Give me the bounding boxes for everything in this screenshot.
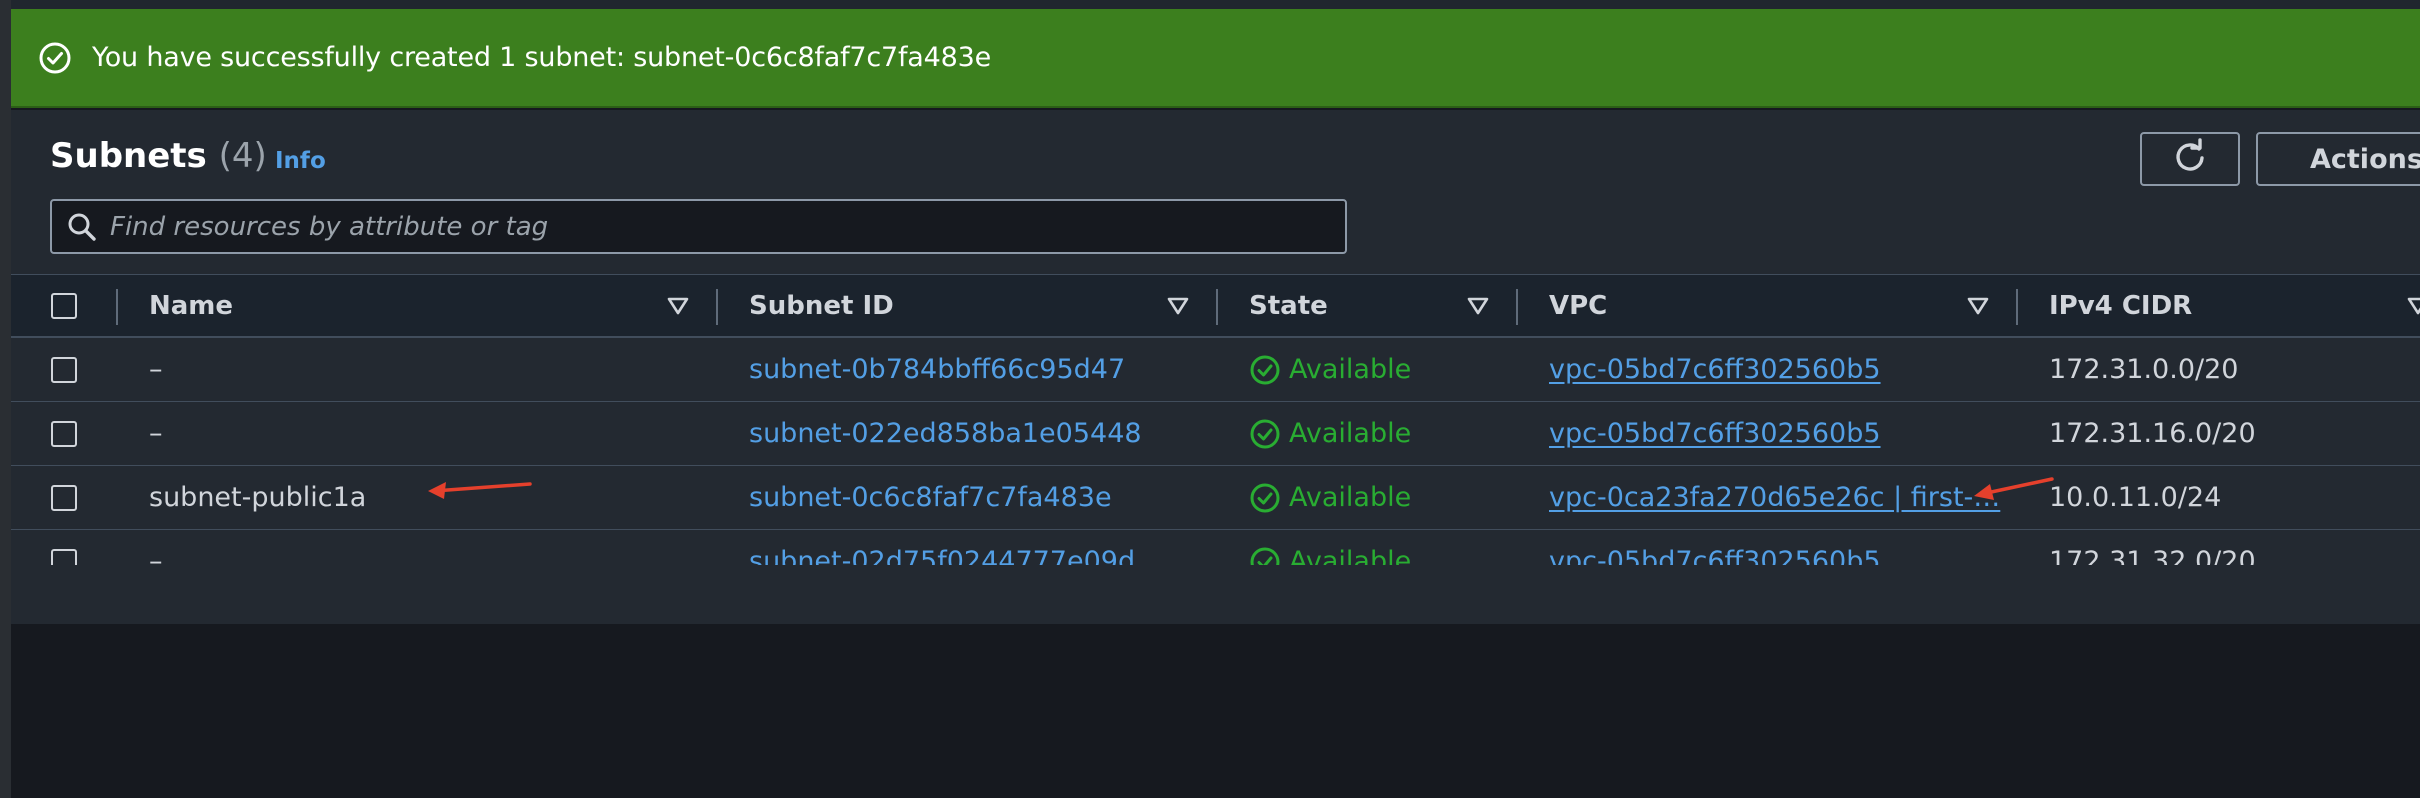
panel-title-label: Subnets <box>50 136 207 176</box>
success-flashbar: You have successfully created 1 subnet: … <box>11 9 2420 108</box>
status-check-icon <box>1250 355 1280 384</box>
table-header: Name Subnet ID State VPC IPv4 CIDR <box>11 274 2420 338</box>
refresh-icon <box>2172 137 2208 181</box>
search-input[interactable] <box>110 206 1345 247</box>
status-check-icon <box>1250 483 1280 512</box>
cell-name: subnet-public1a <box>149 482 367 513</box>
table-row[interactable]: subnet-public1a subnet-0c6c8faf7c7fa483e… <box>11 466 2420 530</box>
cell-vpc-link[interactable]: vpc-05bd7c6ff302560b5 <box>1549 402 1881 465</box>
cell-subnet-id-link[interactable]: subnet-022ed858ba1e05448 <box>749 402 1142 465</box>
cell-ipv4-cidr: 172.31.0.0/20 <box>2049 354 2239 385</box>
column-divider <box>1216 289 1218 325</box>
flash-message: You have successfully created 1 subnet: … <box>92 42 991 73</box>
cell-ipv4-cidr: 10.0.11.0/24 <box>2049 482 2222 513</box>
cell-vpc-link[interactable]: vpc-0ca23fa270d65e26c | first-… <box>1549 466 2000 529</box>
state-label: Available <box>1289 354 1412 385</box>
left-edge <box>0 0 11 798</box>
sort-caret-icon[interactable] <box>1167 297 1189 315</box>
cell-vpc-link[interactable]: vpc-05bd7c6ff302560b5 <box>1549 338 1881 401</box>
column-divider <box>116 289 118 325</box>
column-divider <box>716 289 718 325</box>
cell-ipv4-cidr: 172.31.16.0/20 <box>2049 418 2256 449</box>
select-all-checkbox[interactable] <box>51 293 77 319</box>
page-title: Subnets (4) <box>50 136 267 176</box>
row-checkbox[interactable] <box>51 421 77 447</box>
check-circle-icon <box>38 41 72 75</box>
state-label: Available <box>1289 482 1412 513</box>
cell-state: Available <box>1249 338 1411 401</box>
cell-name: – <box>149 418 163 449</box>
column-divider <box>1516 289 1518 325</box>
sort-caret-icon[interactable] <box>667 297 689 315</box>
sort-caret-icon[interactable] <box>1967 297 1989 315</box>
sort-caret-icon[interactable] <box>2407 297 2420 315</box>
state-label: Available <box>1289 418 1412 449</box>
cell-state: Available <box>1249 466 1411 529</box>
top-strip <box>0 0 2420 9</box>
column-header-subnet-id[interactable]: Subnet ID <box>749 275 894 337</box>
search-field[interactable] <box>50 199 1347 254</box>
search-icon <box>66 211 98 243</box>
cell-name: – <box>149 354 163 385</box>
row-checkbox[interactable] <box>51 485 77 511</box>
subnets-panel: Subnets (4) Info Actions Name <box>11 110 2420 624</box>
table-row[interactable]: – subnet-022ed858ba1e05448 Available vpc… <box>11 402 2420 466</box>
status-check-icon <box>1250 419 1280 448</box>
actions-button[interactable]: Actions <box>2256 132 2420 186</box>
refresh-button[interactable] <box>2140 132 2240 186</box>
column-header-vpc[interactable]: VPC <box>1549 275 1607 337</box>
cell-subnet-id-link[interactable]: subnet-0b784bbff66c95d47 <box>749 338 1125 401</box>
info-link[interactable]: Info <box>275 148 326 174</box>
table-row[interactable]: – subnet-0b784bbff66c95d47 Available vpc… <box>11 338 2420 402</box>
sort-caret-icon[interactable] <box>1467 297 1489 315</box>
cell-state: Available <box>1249 402 1411 465</box>
actions-label: Actions <box>2310 143 2420 175</box>
row-checkbox[interactable] <box>51 357 77 383</box>
column-header-state[interactable]: State <box>1249 275 1328 337</box>
column-divider <box>2016 289 2018 325</box>
subnet-count: (4) <box>218 136 267 176</box>
column-header-ipv4-cidr[interactable]: IPv4 CIDR <box>2049 275 2192 337</box>
cell-subnet-id-link[interactable]: subnet-0c6c8faf7c7fa483e <box>749 466 1112 529</box>
table-footer <box>11 565 2420 624</box>
column-header-name[interactable]: Name <box>149 275 233 337</box>
subnets-table: Name Subnet ID State VPC IPv4 CIDR – sub… <box>11 274 2420 594</box>
